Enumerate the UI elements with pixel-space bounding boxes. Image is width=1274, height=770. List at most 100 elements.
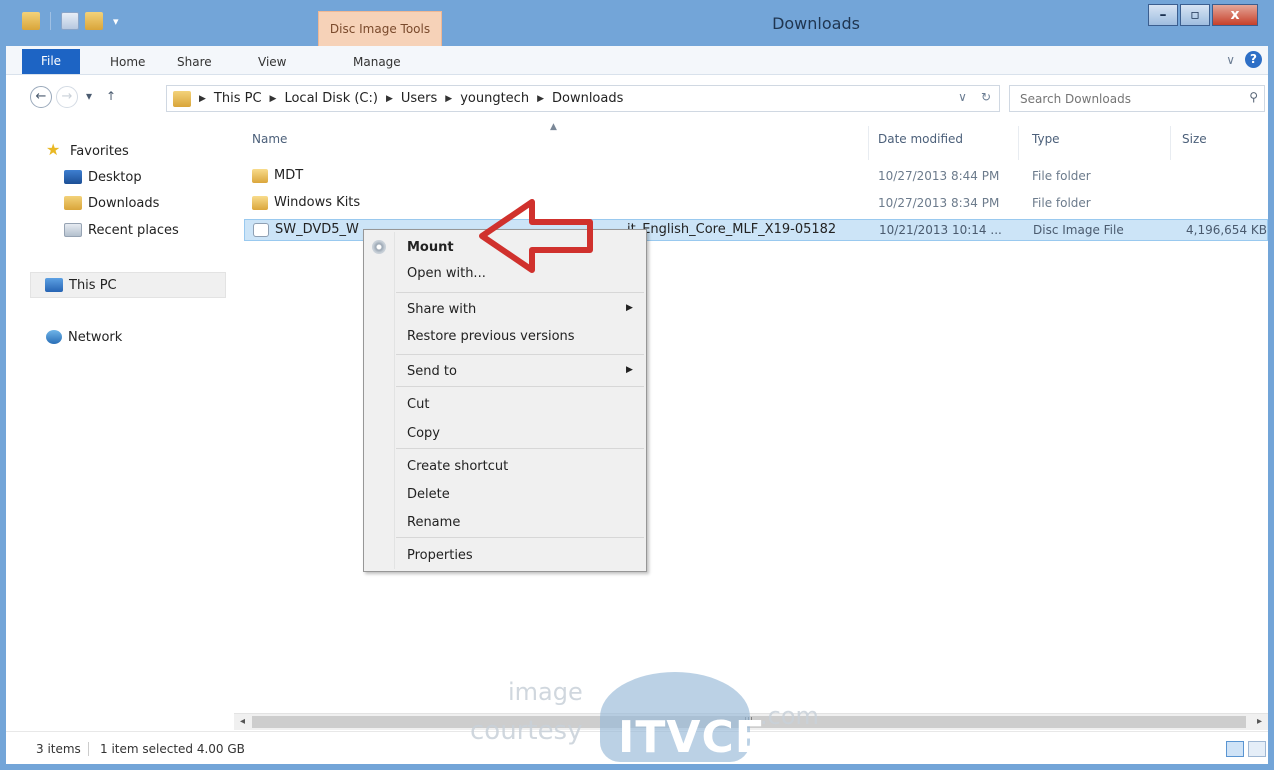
menu-label: Send to — [407, 364, 457, 379]
disc-image-tools-tab: Disc Image Tools — [318, 11, 442, 46]
horizontal-scrollbar[interactable]: ◂ ||| ▸ — [234, 713, 1268, 730]
menu-label: Delete — [407, 487, 450, 502]
menu-label: Share with — [407, 302, 477, 317]
qat-dropdown-icon[interactable]: ▾ — [113, 15, 119, 28]
new-folder-icon[interactable] — [85, 12, 103, 30]
menu-item-restore-previous-versions[interactable]: Restore previous versions — [364, 323, 646, 349]
expand-ribbon-chevron-icon[interactable]: ∨ — [1226, 53, 1235, 67]
menu-item-create-shortcut[interactable]: Create shortcut — [364, 453, 646, 479]
file-date: 10/27/2013 8:34 PM — [878, 196, 1000, 210]
ribbon-right-controls: ∨ ? — [1226, 51, 1262, 68]
navigation-pane: ★ Favorites Desktop Downloads Recent pla… — [6, 122, 226, 730]
menu-item-cut[interactable]: Cut — [364, 391, 646, 417]
crumb-downloads[interactable]: Downloads — [552, 91, 623, 106]
crumb-local-disk[interactable]: Local Disk (C:) — [284, 91, 377, 106]
crumb-separator-icon[interactable]: ▶ — [199, 94, 206, 104]
folder-app-icon[interactable] — [22, 12, 40, 30]
menu-label: Cut — [407, 397, 430, 412]
close-button[interactable]: x — [1212, 4, 1258, 26]
column-header-type[interactable]: Type — [1032, 132, 1060, 152]
file-size: 4,196,654 KB — [1186, 223, 1267, 237]
crumb-separator-icon[interactable]: ▶ — [386, 94, 393, 104]
tab-share[interactable]: Share — [177, 51, 212, 73]
nav-downloads[interactable]: Downloads — [64, 192, 159, 214]
menu-item-delete[interactable]: Delete — [364, 481, 646, 507]
sort-ascending-icon: ▲ — [550, 122, 557, 132]
nav-this-pc[interactable]: This PC — [30, 272, 226, 298]
maximize-button[interactable]: ▫ — [1180, 4, 1210, 26]
scroll-grip-icon: ||| — [744, 717, 754, 727]
up-arrow-icon[interactable]: ↑ — [106, 89, 116, 103]
tab-file[interactable]: File — [22, 49, 80, 74]
desktop-icon — [64, 170, 82, 184]
menu-item-copy[interactable]: Copy — [364, 420, 646, 446]
nav-desktop[interactable]: Desktop — [64, 166, 142, 188]
crumb-separator-icon[interactable]: ▶ — [537, 94, 544, 104]
file-name-tail: it_English_Core_MLF_X19-05182 — [627, 222, 837, 237]
address-history-chevron-icon[interactable]: ∨ — [958, 90, 967, 104]
menu-separator — [396, 537, 644, 538]
back-button[interactable]: ← — [30, 86, 52, 108]
menu-separator — [396, 354, 644, 355]
crumb-youngtech[interactable]: youngtech — [460, 91, 529, 106]
column-divider[interactable] — [868, 126, 869, 160]
menu-label: Mount — [407, 240, 454, 255]
menu-item-send-to[interactable]: Send to ▶ — [364, 358, 646, 384]
ribbon-tabs: File Home Share View Manage ∨ ? — [6, 46, 1268, 75]
menu-label: Copy — [407, 426, 440, 441]
file-name-cell: Windows Kits — [252, 195, 360, 210]
downloads-folder-icon — [64, 196, 82, 210]
file-name: Windows Kits — [274, 195, 361, 210]
search-input[interactable] — [1009, 85, 1265, 112]
nav-label: Favorites — [70, 143, 129, 159]
recent-places-icon — [64, 223, 82, 237]
menu-item-rename[interactable]: Rename — [364, 509, 646, 535]
scroll-right-icon[interactable]: ▸ — [1251, 714, 1268, 730]
menu-item-share-with[interactable]: Share with ▶ — [364, 296, 646, 322]
nav-label: Desktop — [88, 169, 142, 185]
tab-home[interactable]: Home — [110, 51, 145, 73]
column-header-name[interactable]: Name — [252, 132, 287, 152]
crumb-this-pc[interactable]: This PC — [214, 91, 262, 106]
properties-icon[interactable] — [61, 12, 79, 30]
tab-manage[interactable]: Manage — [353, 51, 401, 73]
file-type: File folder — [1032, 169, 1091, 183]
window-title: Downloads — [772, 14, 860, 33]
menu-separator — [396, 292, 644, 293]
column-divider[interactable] — [1018, 126, 1019, 160]
forward-button[interactable]: → — [56, 86, 78, 108]
file-row[interactable]: Windows Kits 10/27/2013 8:34 PM File fol… — [244, 193, 1268, 215]
explorer-window: ▾ Disc Image Tools Downloads – ▫ x File … — [0, 0, 1274, 770]
column-header-date[interactable]: Date modified — [878, 132, 963, 152]
nav-favorites[interactable]: ★ Favorites — [46, 140, 129, 162]
address-tools: ∨ ↻ — [958, 90, 991, 104]
network-icon — [46, 330, 62, 344]
minimize-button[interactable]: – — [1148, 4, 1178, 26]
file-row[interactable]: MDT 10/27/2013 8:44 PM File folder — [244, 166, 1268, 188]
status-divider — [88, 742, 89, 756]
column-header-size[interactable]: Size — [1182, 132, 1207, 152]
crumb-users[interactable]: Users — [401, 91, 437, 106]
menu-separator — [396, 448, 644, 449]
scroll-left-icon[interactable]: ◂ — [234, 714, 251, 730]
status-bar: 3 items 1 item selected 4.00 GB — [6, 731, 1268, 764]
nav-network[interactable]: Network — [46, 326, 122, 348]
refresh-icon[interactable]: ↻ — [981, 90, 991, 104]
address-bar[interactable]: ▶ This PC ▶ Local Disk (C:) ▶ Users ▶ yo… — [166, 85, 1000, 112]
search-icon[interactable]: ⚲ — [1249, 90, 1258, 104]
nav-recent-places[interactable]: Recent places — [64, 219, 179, 241]
recent-locations-chevron-icon[interactable]: ▾ — [86, 89, 92, 103]
column-divider[interactable] — [1170, 126, 1171, 160]
crumb-separator-icon[interactable]: ▶ — [445, 94, 452, 104]
menu-item-properties[interactable]: Properties — [364, 542, 646, 568]
help-icon[interactable]: ? — [1245, 51, 1262, 68]
folder-icon — [252, 195, 268, 210]
nav-label: This PC — [69, 277, 117, 293]
large-icons-view-icon[interactable] — [1248, 741, 1266, 757]
submenu-arrow-icon: ▶ — [626, 365, 633, 375]
item-count: 3 items — [36, 742, 81, 756]
tab-view[interactable]: View — [258, 51, 286, 73]
crumb-separator-icon[interactable]: ▶ — [270, 94, 277, 104]
details-view-icon[interactable] — [1226, 741, 1244, 757]
disc-image-icon — [253, 222, 269, 237]
